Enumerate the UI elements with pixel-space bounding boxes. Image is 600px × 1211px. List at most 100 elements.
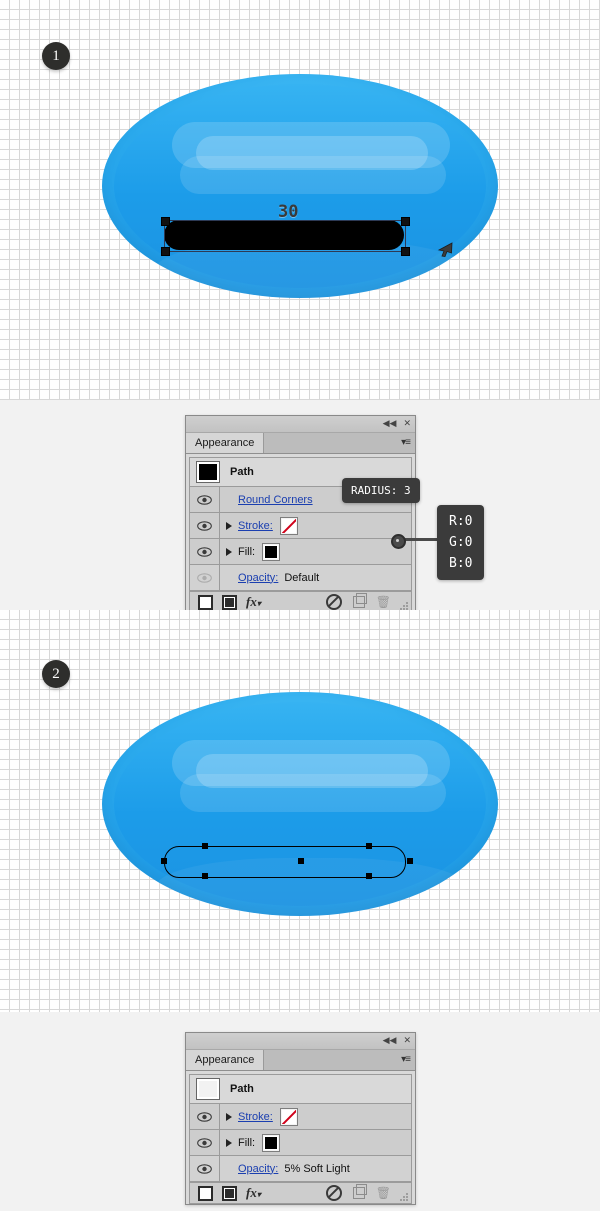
stroke-label[interactable]: Stroke: bbox=[238, 1111, 273, 1123]
stroke-swatch-none[interactable] bbox=[279, 1107, 298, 1126]
expand-spacer bbox=[220, 487, 238, 512]
round-corners-label[interactable]: Round Corners bbox=[238, 494, 313, 506]
appearance-panel-2: ◀◀ ✕ Appearance ▾≡ Path Stroke: Fill: Op… bbox=[185, 1032, 416, 1205]
duplicate-item-icon[interactable] bbox=[352, 593, 367, 608]
path-thumbnail-fill bbox=[199, 1081, 217, 1097]
triangle-right-icon bbox=[226, 1112, 232, 1121]
resize-grip-icon[interactable] bbox=[400, 1193, 409, 1202]
remove-effect-icon[interactable] bbox=[325, 594, 342, 610]
tab-appearance-label: Appearance bbox=[195, 437, 255, 449]
path-anchor-right[interactable] bbox=[407, 858, 413, 864]
selection-handle-bl[interactable] bbox=[161, 247, 170, 256]
tabstrip-filler: ▾≡ bbox=[264, 433, 415, 453]
eye-icon-dim bbox=[197, 572, 212, 583]
selection-handle-tl[interactable] bbox=[161, 217, 170, 226]
path-anchor-br[interactable] bbox=[366, 873, 372, 879]
path-center-point[interactable] bbox=[298, 858, 304, 864]
none-swatch-icon bbox=[281, 1109, 296, 1124]
clear-appearance-icon[interactable] bbox=[222, 594, 237, 610]
new-art-basic-appearance-icon[interactable] bbox=[198, 1185, 213, 1201]
illustration-step-1: 30 bbox=[102, 74, 498, 298]
panel-tabstrip-2: Appearance ▾≡ bbox=[186, 1050, 415, 1071]
visibility-toggle-round-corners[interactable] bbox=[190, 487, 220, 512]
step-badge-2: 2 bbox=[42, 660, 70, 688]
appearance-row-stroke[interactable]: Stroke: bbox=[190, 513, 411, 539]
fill-label[interactable]: Fill: bbox=[238, 546, 255, 558]
appearance-row-fill[interactable]: Fill: bbox=[190, 1130, 411, 1156]
highlight-band-2 bbox=[196, 754, 428, 788]
tab-appearance[interactable]: Appearance bbox=[186, 1050, 265, 1070]
visibility-toggle-opacity[interactable] bbox=[190, 1156, 220, 1181]
panel-titlebar-2: ◀◀ ✕ bbox=[186, 1033, 415, 1050]
trash-icon[interactable]: 🗑 bbox=[376, 1187, 391, 1199]
tooltip-connector-line bbox=[400, 538, 442, 541]
appearance-panel-1: ◀◀ ✕ Appearance ▾≡ Path Round Corners St… bbox=[185, 415, 416, 614]
panel-body-2: Path Stroke: Fill: Opacity: 5% Soft Ligh… bbox=[186, 1071, 415, 1204]
stroke-swatch-none[interactable] bbox=[279, 516, 298, 535]
stroke-label[interactable]: Stroke: bbox=[238, 520, 273, 532]
path-anchor-tr[interactable] bbox=[366, 843, 372, 849]
tab-appearance-label: Appearance bbox=[195, 1054, 255, 1066]
visibility-toggle-fill[interactable] bbox=[190, 539, 220, 564]
tab-appearance[interactable]: Appearance bbox=[186, 433, 265, 453]
collapse-icon[interactable]: ◀◀ bbox=[383, 1034, 397, 1046]
panel-menu-icon[interactable]: ▾≡ bbox=[401, 1054, 411, 1065]
none-swatch-icon bbox=[281, 518, 296, 533]
fill-swatch-black[interactable] bbox=[262, 1133, 281, 1152]
appearance-row-fill[interactable]: Fill: bbox=[190, 539, 411, 565]
visibility-toggle-stroke[interactable] bbox=[190, 1104, 220, 1129]
selection-handle-tr[interactable] bbox=[401, 217, 410, 226]
trash-icon[interactable]: 🗑 bbox=[376, 596, 391, 608]
panel-titlebar-1: ◀◀ ✕ bbox=[186, 416, 415, 433]
expand-arrow-stroke[interactable] bbox=[220, 1104, 238, 1129]
duplicate-item-icon[interactable] bbox=[352, 1184, 367, 1199]
visibility-toggle-opacity[interactable] bbox=[190, 565, 220, 590]
selection-handle-br[interactable] bbox=[401, 247, 410, 256]
eye-icon bbox=[197, 1163, 212, 1174]
clear-appearance-icon[interactable] bbox=[222, 1185, 237, 1201]
opacity-label[interactable]: Opacity: bbox=[238, 572, 278, 584]
appearance-row-path[interactable]: Path bbox=[190, 1075, 411, 1104]
eye-icon bbox=[197, 494, 212, 505]
path-anchor-bl[interactable] bbox=[202, 873, 208, 879]
close-icon[interactable]: ✕ bbox=[403, 417, 411, 429]
eye-icon bbox=[197, 1137, 212, 1148]
expand-arrow-fill[interactable] bbox=[220, 539, 238, 564]
black-swatch-icon bbox=[265, 1136, 278, 1149]
appearance-row-opacity[interactable]: Opacity: 5% Soft Light bbox=[190, 1156, 411, 1182]
path-label: Path bbox=[230, 1083, 254, 1095]
ellipse-inner-1 bbox=[114, 84, 486, 298]
expand-spacer bbox=[220, 1156, 238, 1181]
panel-menu-icon[interactable]: ▾≡ bbox=[401, 437, 411, 448]
triangle-right-icon bbox=[226, 547, 232, 556]
fill-swatch-black[interactable] bbox=[262, 542, 281, 561]
new-art-basic-appearance-icon[interactable] bbox=[198, 594, 213, 610]
appearance-rows-2: Path Stroke: Fill: Opacity: 5% Soft Ligh… bbox=[189, 1074, 412, 1182]
path-thumbnail-fill bbox=[199, 464, 217, 480]
expand-arrow-stroke[interactable] bbox=[220, 513, 238, 538]
arrow-cursor-icon bbox=[437, 242, 453, 257]
remove-effect-icon[interactable] bbox=[325, 1185, 342, 1201]
visibility-toggle-stroke[interactable] bbox=[190, 513, 220, 538]
highlight-band-2 bbox=[196, 136, 428, 170]
expand-arrow-fill[interactable] bbox=[220, 1130, 238, 1155]
path-anchor-left[interactable] bbox=[161, 858, 167, 864]
appearance-row-opacity[interactable]: Opacity: Default bbox=[190, 565, 411, 591]
visibility-toggle-fill[interactable] bbox=[190, 1130, 220, 1155]
panel-tabstrip-1: Appearance ▾≡ bbox=[186, 433, 415, 454]
eye-icon bbox=[197, 520, 212, 531]
add-effect-fx-icon[interactable]: fx▾ bbox=[246, 594, 261, 610]
appearance-row-stroke[interactable]: Stroke: bbox=[190, 1104, 411, 1130]
close-icon[interactable]: ✕ bbox=[403, 1034, 411, 1046]
radius-tooltip: RADIUS: 3 bbox=[342, 478, 420, 503]
path-thumbnail[interactable] bbox=[196, 1078, 220, 1100]
collapse-icon[interactable]: ◀◀ bbox=[383, 417, 397, 429]
path-anchor-tl[interactable] bbox=[202, 843, 208, 849]
step-badge-1: 1 bbox=[42, 42, 70, 70]
rgb-tooltip: R:0 G:0 B:0 bbox=[437, 505, 485, 580]
add-effect-fx-icon[interactable]: fx▾ bbox=[246, 1185, 261, 1201]
tabstrip-filler: ▾≡ bbox=[264, 1050, 415, 1070]
fill-label[interactable]: Fill: bbox=[238, 1137, 255, 1149]
path-thumbnail[interactable] bbox=[196, 461, 220, 483]
opacity-label[interactable]: Opacity: bbox=[238, 1163, 278, 1175]
